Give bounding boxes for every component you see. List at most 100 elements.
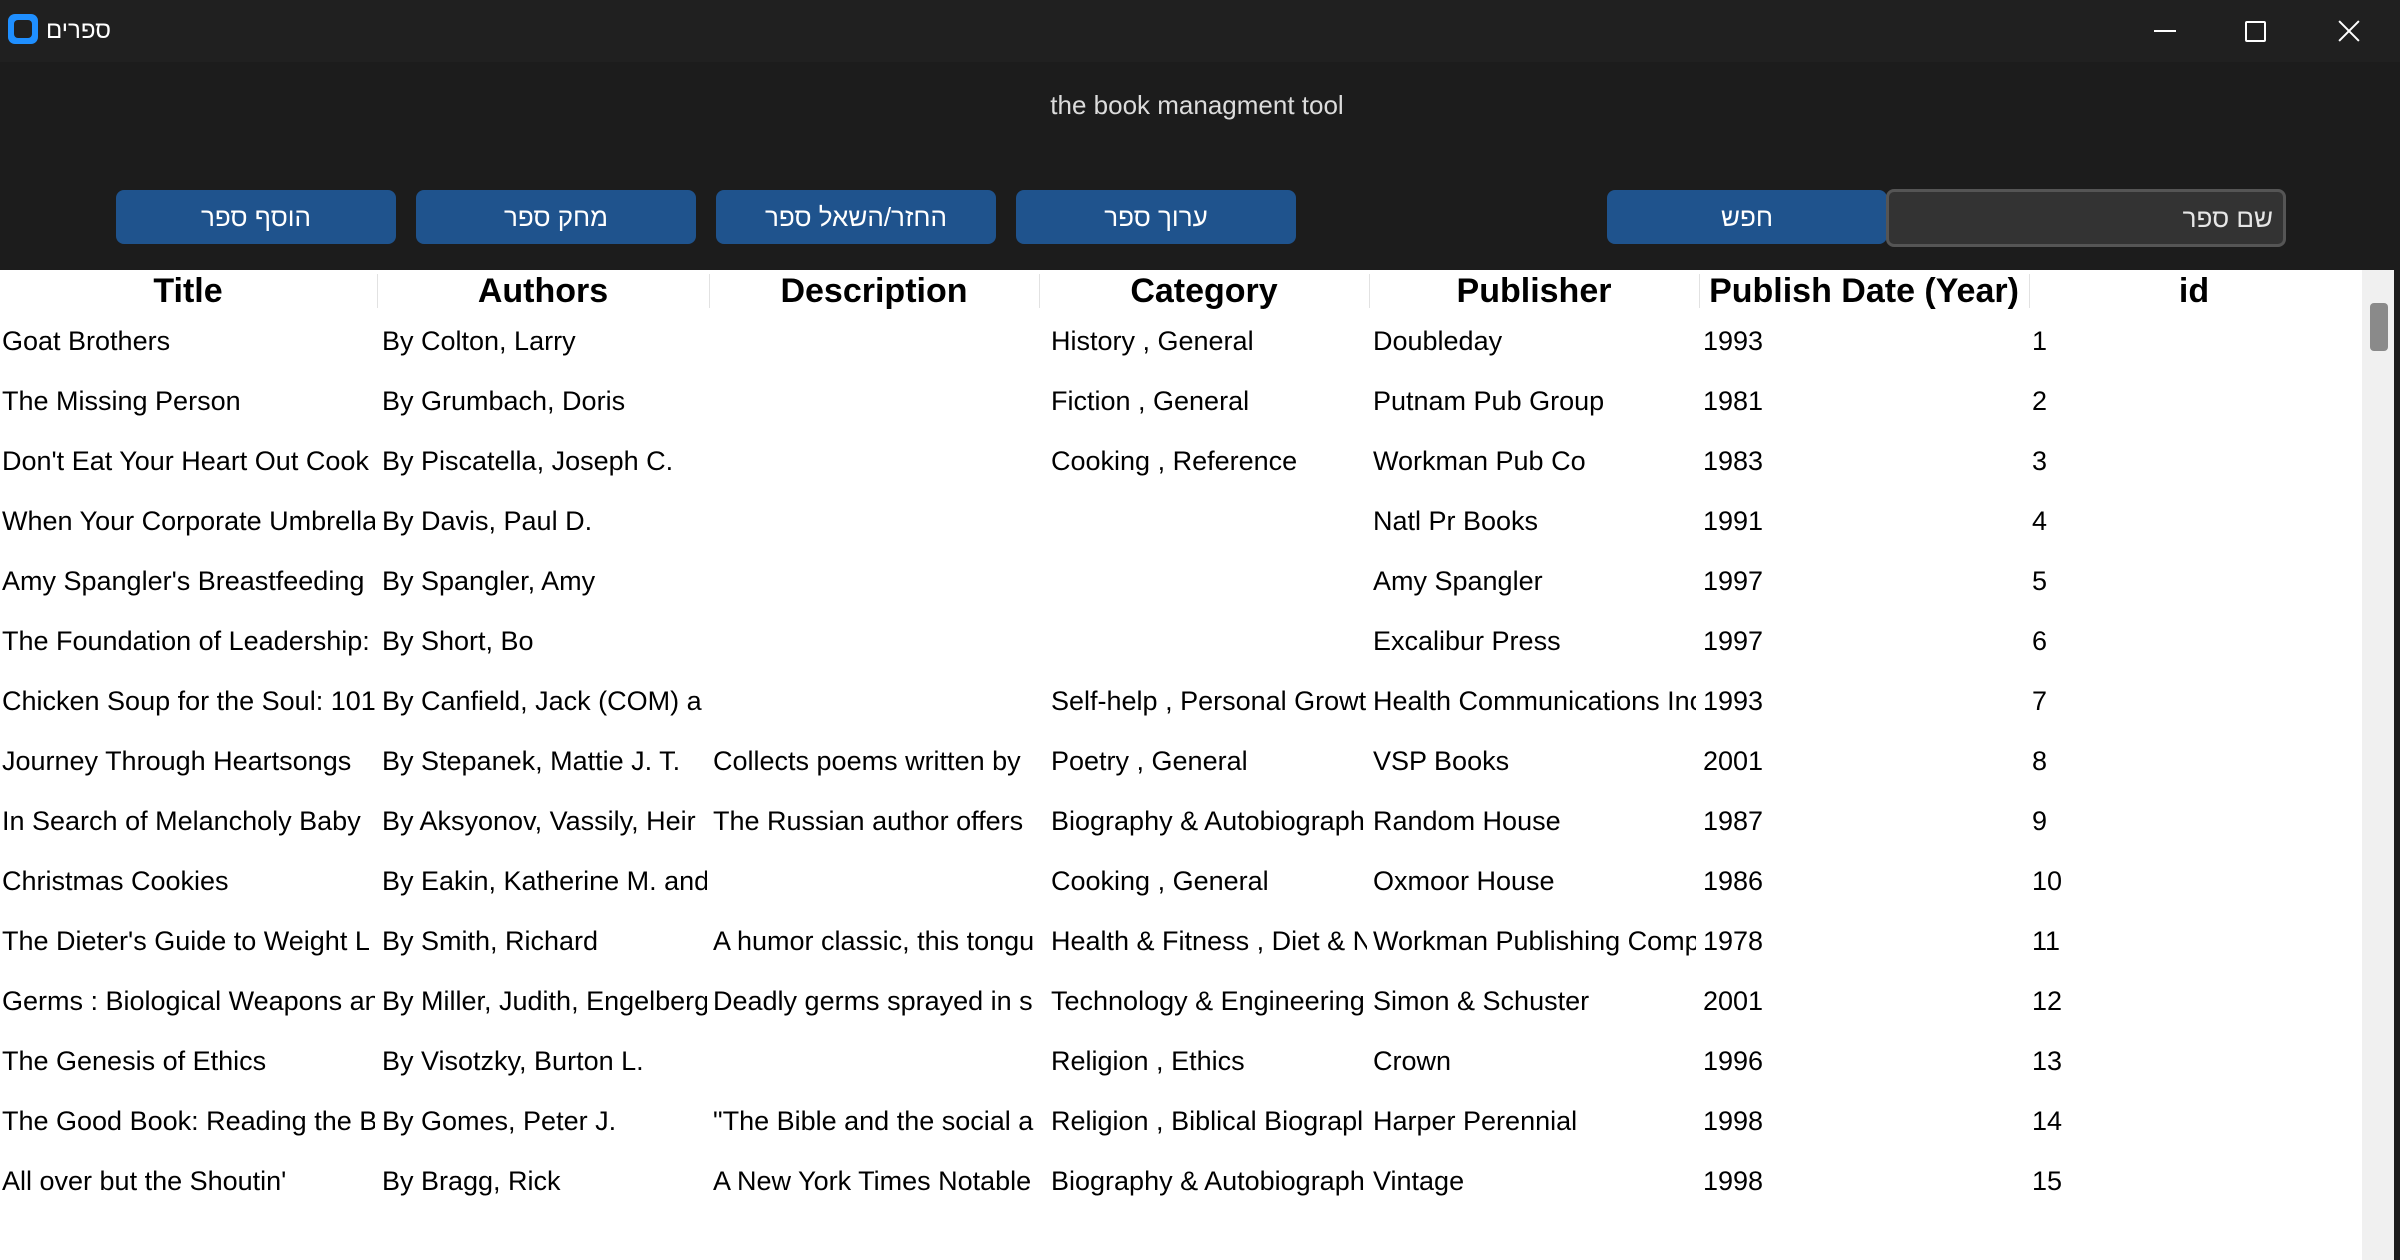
cell-id: 8 [2032, 746, 2048, 776]
cell-description: A New York Times Notable [713, 1166, 1032, 1196]
cell-publish-date: 1986 [1703, 866, 1764, 896]
cell-category: Religion , Ethics [1051, 1046, 1245, 1076]
column-header-authors[interactable]: Authors [378, 270, 708, 312]
close-button[interactable] [2304, 0, 2394, 62]
cell-title: When Your Corporate Umbrella [2, 506, 375, 536]
cell-category: Health & Fitness , Diet & N [1051, 926, 1367, 956]
cell-publish-date: 1981 [1703, 386, 1764, 416]
table-row[interactable]: When Your Corporate Umbrella By Davis, Pa… [0, 492, 2362, 552]
add-book-button[interactable]: הוסף ספר [116, 190, 396, 244]
book-name-search-input[interactable] [1886, 189, 2286, 247]
cell-publisher: Harper Perennial [1373, 1106, 1578, 1136]
column-header-publisher[interactable]: Publisher [1370, 270, 1698, 312]
cell-authors: By Gomes, Peter J. [382, 1106, 617, 1136]
cell-description [713, 492, 1035, 552]
cell-description [713, 372, 1035, 432]
table-header: Title Authors Description Category Publi… [0, 270, 2362, 312]
cell-authors: By Aksyonov, Vassily, Heir [382, 806, 696, 836]
cell-category: Poetry , General [1051, 746, 1248, 776]
books-table: Title Authors Description Category Publi… [0, 270, 2362, 1260]
cell-publish-date: 2001 [1703, 746, 1764, 776]
table-row[interactable]: The Dieter's Guide to Weight L By Smith, … [0, 912, 2362, 972]
cell-description: The Russian author offers [713, 806, 1024, 836]
column-header-title[interactable]: Title [0, 270, 376, 312]
cell-description [713, 1032, 1035, 1092]
cell-authors: By Miller, Judith, Engelberg [382, 986, 707, 1016]
cell-description: "The Bible and the social a [713, 1106, 1034, 1136]
table-row[interactable]: In Search of Melancholy Baby By Aksyonov,… [0, 792, 2362, 852]
cell-id: 7 [2032, 686, 2048, 716]
table-row[interactable]: The Good Book: Reading the B By Gomes, Pe… [0, 1092, 2362, 1152]
cell-description: A humor classic, this tongu [713, 926, 1035, 956]
maximize-button[interactable] [2210, 0, 2300, 62]
cell-publisher: Vintage [1373, 1166, 1465, 1196]
cell-authors: By Grumbach, Doris [382, 386, 626, 416]
cell-publish-date: 1998 [1703, 1166, 1764, 1196]
cell-id: 15 [2032, 1166, 2063, 1196]
column-header-description[interactable]: Description [710, 270, 1038, 312]
cell-authors: By Piscatella, Joseph C. [382, 446, 674, 476]
cell-publisher: Putnam Pub Group [1373, 386, 1605, 416]
cell-title: The Missing Person [2, 386, 241, 416]
cell-description [713, 672, 1035, 732]
cell-authors: By Colton, Larry [382, 326, 576, 356]
cell-category: Cooking , General [1051, 866, 1269, 896]
table-row[interactable]: Chicken Soup for the Soul: 101 By Canfiel… [0, 672, 2362, 732]
cell-publish-date: 1997 [1703, 566, 1764, 596]
cell-authors: By Eakin, Katherine M. and [382, 866, 707, 896]
cell-publish-date: 1987 [1703, 806, 1764, 836]
cell-category: Fiction , General [1051, 386, 1250, 416]
cell-title: Amy Spangler's Breastfeeding [2, 566, 365, 596]
cell-description [713, 852, 1035, 912]
cell-category [1051, 552, 1367, 612]
column-header-id[interactable]: id [2030, 270, 2358, 312]
table-row[interactable]: The Genesis of Ethics By Visotzky, Burton… [0, 1032, 2362, 1092]
cell-publish-date: 1978 [1703, 926, 1764, 956]
cell-publisher: VSP Books [1373, 746, 1510, 776]
cell-id: 2 [2032, 386, 2048, 416]
cell-description: Collects poems written by [713, 746, 1021, 776]
cell-publisher: Excalibur Press [1373, 626, 1561, 656]
table-row[interactable]: Amy Spangler's Breastfeeding By Spangler,… [0, 552, 2362, 612]
cell-id: 14 [2032, 1106, 2063, 1136]
cell-id: 10 [2032, 866, 2063, 896]
delete-book-button[interactable]: מחק ספר [416, 190, 696, 244]
table-row[interactable]: Goat Brothers By Colton, Larry History , G… [0, 312, 2362, 372]
cell-authors: By Spangler, Amy [382, 566, 596, 596]
cell-id: 1 [2032, 326, 2048, 356]
cell-publish-date: 1983 [1703, 446, 1764, 476]
minimize-button[interactable] [2120, 0, 2210, 62]
cell-title: The Genesis of Ethics [2, 1046, 267, 1076]
table-row[interactable]: All over but the Shoutin' By Bragg, Rick A… [0, 1152, 2362, 1212]
table-row[interactable]: Christmas Cookies By Eakin, Katherine M. … [0, 852, 2362, 912]
edit-book-button[interactable]: ערוך ספר [1016, 190, 1296, 244]
search-button[interactable]: חפש [1607, 190, 1887, 244]
cell-publisher: Health Communications Inc [1373, 686, 1696, 716]
table-row[interactable]: Germs : Biological Weapons an By Miller, … [0, 972, 2362, 1032]
cell-category: Biography & Autobiograph [1051, 806, 1365, 836]
cell-description: Deadly germs sprayed in s [713, 986, 1033, 1016]
cell-authors: By Canfield, Jack (COM) a [382, 686, 702, 716]
table-row[interactable]: Journey Through Heartsongs By Stepanek, M… [0, 732, 2362, 792]
cell-publisher: Random House [1373, 806, 1561, 836]
scrollbar-thumb[interactable] [2370, 303, 2388, 351]
cell-publish-date: 1991 [1703, 506, 1764, 536]
cell-description [713, 552, 1035, 612]
table-row[interactable]: Don't Eat Your Heart Out Cook By Piscatel… [0, 432, 2362, 492]
cell-title: Don't Eat Your Heart Out Cook [2, 446, 369, 476]
cell-title: In Search of Melancholy Baby [2, 806, 361, 836]
cell-title: The Foundation of Leadership: [2, 626, 370, 656]
cell-publish-date: 2001 [1703, 986, 1764, 1016]
cell-publisher: Workman Pub Co [1373, 446, 1586, 476]
cell-category: Technology & Engineering [1051, 986, 1365, 1016]
cell-category: Cooking , Reference [1051, 446, 1298, 476]
return-borrow-book-button[interactable]: החזר/השאל ספר [716, 190, 996, 244]
cell-publisher: Amy Spangler [1373, 566, 1543, 596]
table-row[interactable]: The Foundation of Leadership: By Short, B… [0, 612, 2362, 672]
column-header-category[interactable]: Category [1040, 270, 1368, 312]
table-row[interactable]: The Missing Person By Grumbach, Doris Fict… [0, 372, 2362, 432]
cell-title: Germs : Biological Weapons an [2, 986, 375, 1016]
window-border [2394, 62, 2400, 1260]
cell-authors: By Davis, Paul D. [382, 506, 593, 536]
column-header-publish-date[interactable]: Publish Date (Year) [1700, 270, 2028, 312]
